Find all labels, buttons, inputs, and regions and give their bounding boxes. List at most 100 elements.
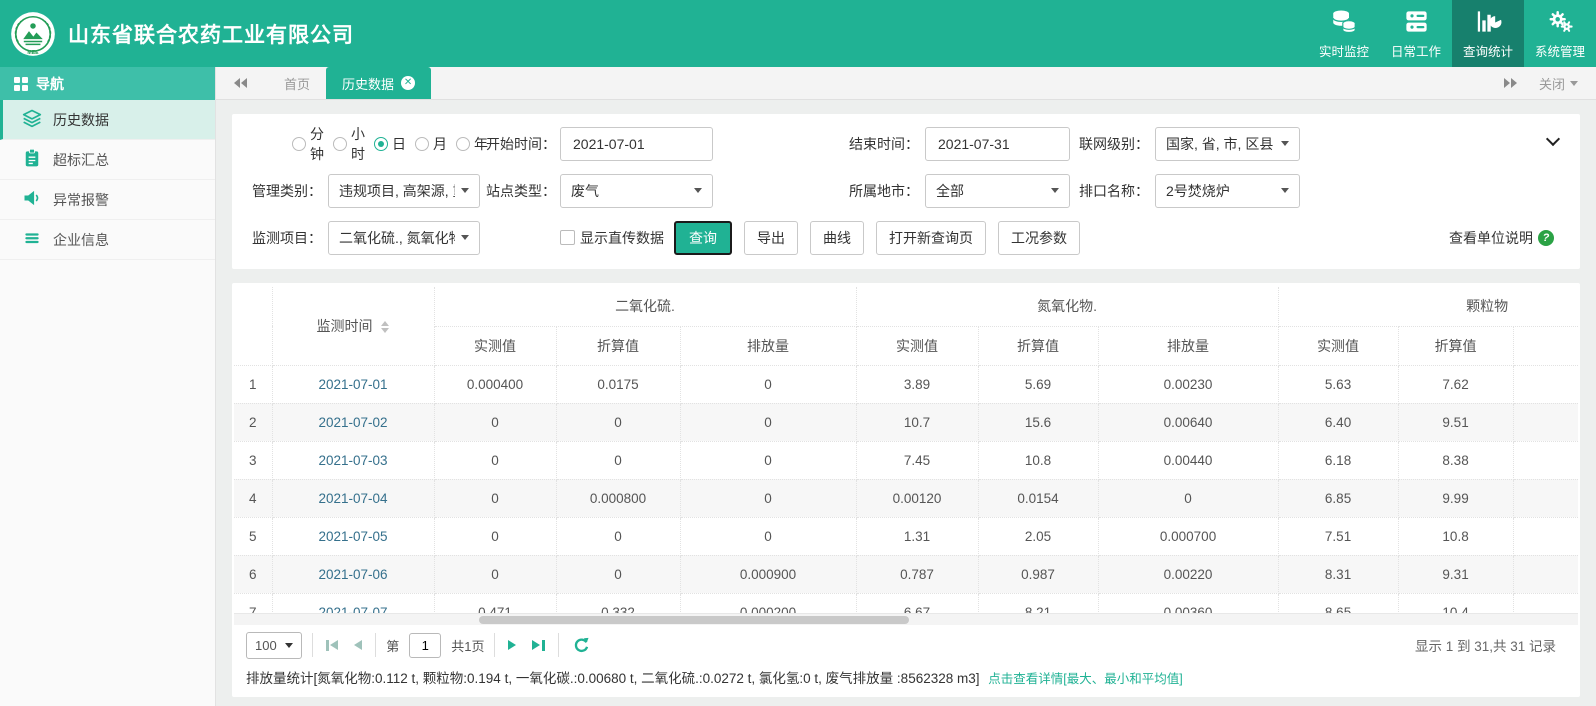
sidebar-item-exceedance-summary[interactable]: 超标汇总 [0, 140, 215, 180]
open-new-query-button[interactable]: 打开新查询页 [876, 221, 986, 255]
tab-bar: 首页 历史数据 ✕ 关闭 [216, 67, 1596, 100]
filter-panel: 分钟 小时 日 月 年 开始时间： 结束时间： 联网级别： 国家, 省, 市, … [232, 114, 1580, 269]
cell: 0.0154 [978, 479, 1098, 517]
close-icon[interactable]: ✕ [401, 76, 415, 90]
radio-day[interactable]: 日 [374, 134, 406, 154]
cell: 0 [556, 517, 680, 555]
date-cell[interactable]: 2021-07-01 [272, 365, 434, 403]
tabs-scroll-right-icon[interactable] [1503, 78, 1517, 88]
col-header [1513, 326, 1578, 365]
server-icon [1403, 8, 1430, 38]
tab-label: 历史数据 [342, 74, 394, 93]
page-size-select[interactable]: 100 [246, 632, 302, 659]
unit-help-link[interactable]: 查看单位说明 ? [1449, 228, 1568, 248]
last-page-button[interactable] [529, 640, 548, 651]
direct-data-checkbox[interactable] [560, 230, 575, 245]
records-info: 显示 1 到 31,共 31 记录 [1415, 635, 1566, 655]
cell: 3.89 [856, 365, 978, 403]
cell: 0.332 [556, 593, 680, 613]
sidebar-item-abnormal-alarm[interactable]: 异常报警 [0, 180, 215, 220]
filter-row-period: 分钟 小时 日 月 年 开始时间： 结束时间： 联网级别： 国家, 省, 市, … [244, 120, 1568, 167]
cell: 0.000900 [680, 555, 856, 593]
table-row: 3 2021-07-03 0 0 0 7.45 10.8 0.00440 6.1… [234, 441, 1578, 479]
cell: 6.67 [856, 593, 978, 613]
date-cell[interactable]: 2021-07-03 [272, 441, 434, 479]
query-button[interactable]: 查询 [674, 221, 732, 255]
cell: 0 [680, 365, 856, 403]
sidebar-item-history-data[interactable]: 历史数据 [0, 100, 215, 140]
date-cell[interactable]: 2021-07-06 [272, 555, 434, 593]
chevron-down-icon [1051, 188, 1059, 193]
nav-query-statistics[interactable]: 查询统计 [1452, 0, 1524, 67]
next-page-button[interactable] [505, 640, 519, 650]
cell [1513, 479, 1578, 517]
cell: 10.8 [978, 441, 1098, 479]
radio-hour[interactable]: 小时 [333, 124, 365, 164]
site-type-select[interactable]: 废气 [560, 174, 713, 208]
start-time-input[interactable] [560, 127, 713, 161]
date-cell[interactable]: 2021-07-02 [272, 403, 434, 441]
nav-system-management[interactable]: 系统管理 [1524, 0, 1596, 67]
date-cell[interactable]: 2021-07-04 [272, 479, 434, 517]
network-level-select[interactable]: 国家, 省, 市, 区县 [1155, 127, 1300, 161]
close-tabs-menu[interactable]: 关闭 [1539, 74, 1578, 93]
refresh-icon[interactable] [573, 637, 590, 654]
cell [1513, 517, 1578, 555]
date-cell[interactable]: 2021-07-05 [272, 517, 434, 555]
radio-year[interactable]: 年 [456, 134, 488, 154]
direct-data-label: 显示直传数据 [580, 228, 664, 248]
tab-label: 首页 [284, 74, 310, 93]
page-number-input[interactable] [409, 633, 441, 658]
tab-home[interactable]: 首页 [268, 67, 326, 99]
nav-label: 实时监控 [1319, 41, 1369, 60]
chevron-down-icon [1281, 188, 1289, 193]
col-header-time[interactable]: 监测时间 [272, 287, 434, 365]
monitor-item-label: 监测项目： [244, 228, 322, 248]
nav-realtime-monitor[interactable]: 实时监控 [1308, 0, 1380, 67]
layers-icon [22, 108, 42, 131]
cell: 0.787 [856, 555, 978, 593]
tab-history-data[interactable]: 历史数据 ✕ [326, 67, 431, 99]
export-button[interactable]: 导出 [744, 221, 798, 255]
data-table-panel: 监测时间 二氧化硫. 氮氧化物. 颗粒物 实测值 折算值 排放量 实测值 [232, 283, 1580, 697]
list-icon [22, 228, 42, 251]
row-number: 3 [234, 441, 272, 479]
outlet-label: 排口名称： [1076, 181, 1149, 201]
prev-page-button[interactable] [351, 640, 365, 650]
table-row: 2 2021-07-02 0 0 0 10.7 15.6 0.00640 6.4… [234, 403, 1578, 441]
date-cell[interactable]: 2021-07-07 [272, 593, 434, 613]
site-type-label: 站点类型： [486, 181, 554, 201]
chevron-down-icon [285, 643, 293, 648]
sidebar-item-label: 历史数据 [53, 110, 109, 130]
condition-params-button[interactable]: 工况参数 [998, 221, 1080, 255]
summary-detail-link[interactable]: 点击查看详情[最大、最小和平均值] [988, 672, 1182, 686]
first-page-button[interactable] [323, 640, 342, 651]
tabs-scroll-left-icon[interactable] [234, 67, 248, 99]
manage-category-select[interactable]: 违规项目, 高架源, 重点排 [328, 174, 480, 208]
group-header-nox: 氮氧化物. [856, 287, 1278, 326]
filter-row-location: 管理类别： 违规项目, 高架源, 重点排 站点类型： 废气 所属地市： 全部 排… [244, 167, 1568, 214]
radio-minute[interactable]: 分钟 [292, 124, 324, 164]
cell: 0 [1098, 479, 1278, 517]
cell: 7.51 [1278, 517, 1398, 555]
cell: 10.4 [1398, 593, 1513, 613]
radio-month[interactable]: 月 [415, 134, 447, 154]
row-number: 6 [234, 555, 272, 593]
monitor-item-select[interactable]: 二氧化硫., 氮氧化物., 颗粒 [328, 221, 480, 255]
end-time-input[interactable] [925, 127, 1070, 161]
cell: 0.00440 [1098, 441, 1278, 479]
cell: 5.69 [978, 365, 1098, 403]
outlet-select[interactable]: 2号焚烧炉 [1155, 174, 1300, 208]
cell [1513, 555, 1578, 593]
scrollbar-thumb[interactable] [479, 616, 909, 624]
horizontal-scrollbar[interactable] [234, 613, 1578, 625]
sidebar: 导航 历史数据 超标汇总 异常报警 [0, 67, 216, 706]
page-prefix: 第 [386, 636, 399, 655]
cell: 0 [556, 403, 680, 441]
sidebar-item-enterprise-info[interactable]: 企业信息 [0, 220, 215, 260]
city-select[interactable]: 全部 [925, 174, 1070, 208]
nav-daily-work[interactable]: 日常工作 [1380, 0, 1452, 67]
cell: 9.51 [1398, 403, 1513, 441]
cell: 15.6 [978, 403, 1098, 441]
curve-button[interactable]: 曲线 [810, 221, 864, 255]
